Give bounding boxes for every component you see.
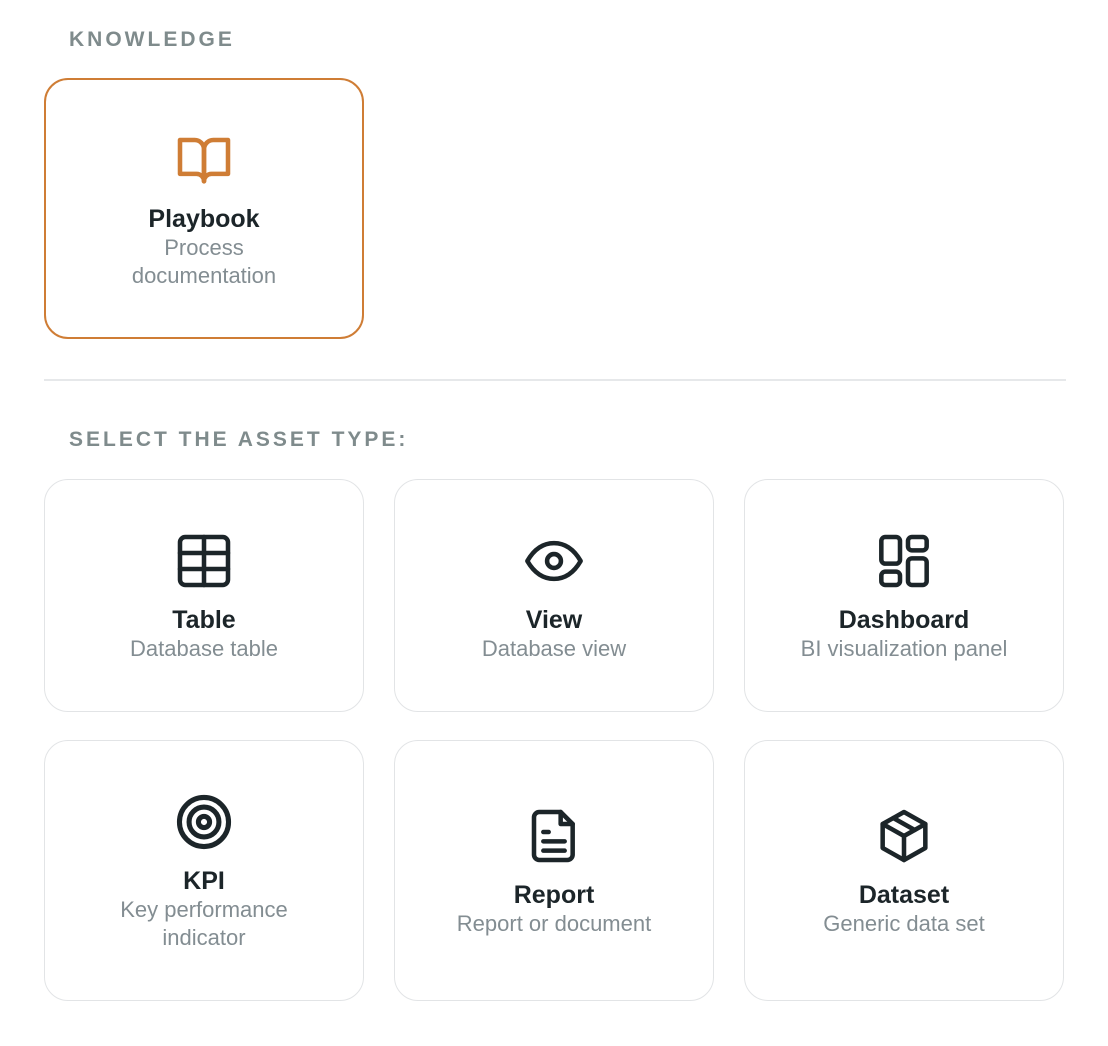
asset-card-view[interactable]: View Database view xyxy=(394,479,714,712)
asset-type-heading: SELECT THE ASSET TYPE: xyxy=(69,428,409,451)
asset-card-kpi[interactable]: KPI Key performance indicator xyxy=(44,740,364,1001)
document-icon xyxy=(522,804,586,868)
card-description: Generic data set xyxy=(823,910,985,936)
card-title: View xyxy=(525,605,583,634)
target-icon xyxy=(172,790,236,854)
dashboard-icon xyxy=(872,529,936,593)
card-description: Key performance indicator xyxy=(120,896,288,950)
card-title: Report xyxy=(513,880,595,909)
book-icon xyxy=(172,128,236,192)
card-title: KPI xyxy=(183,866,225,895)
asset-card-table[interactable]: Table Database table xyxy=(44,479,364,712)
card-title: Dashboard xyxy=(838,605,970,634)
card-title: Playbook xyxy=(148,204,260,233)
card-description: Report or document xyxy=(456,910,652,936)
card-title: Dataset xyxy=(858,880,950,909)
asset-card-dataset[interactable]: Dataset Generic data set xyxy=(744,740,1064,1001)
section-divider xyxy=(44,379,1066,381)
card-description: BI visualization panel xyxy=(800,635,1008,661)
card-title: Table xyxy=(172,605,236,634)
table-icon xyxy=(172,529,236,593)
knowledge-heading: KNOWLEDGE xyxy=(69,28,235,51)
box-icon xyxy=(872,804,936,868)
asset-card-report[interactable]: Report Report or document xyxy=(394,740,714,1001)
asset-card-dashboard[interactable]: Dashboard BI visualization panel xyxy=(744,479,1064,712)
eye-icon xyxy=(522,529,586,593)
playbook-card[interactable]: Playbook Process documentation xyxy=(44,78,364,339)
card-description: Database view xyxy=(481,635,627,661)
card-description: Process documentation xyxy=(131,234,277,288)
card-description: Database table xyxy=(130,635,278,661)
